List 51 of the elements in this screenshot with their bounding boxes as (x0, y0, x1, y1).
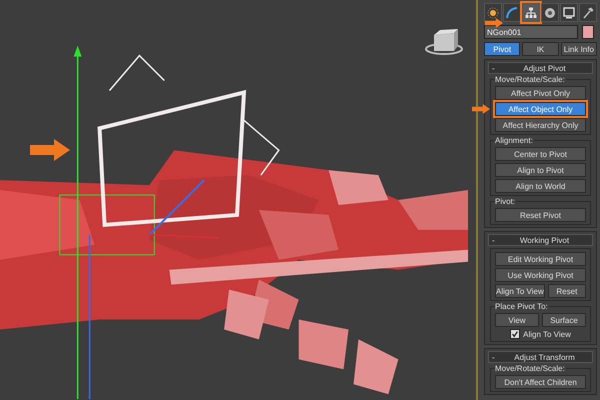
command-tab[interactable] (560, 3, 578, 22)
group-label: Move/Rotate/Scale: (494, 75, 566, 84)
command-tab[interactable] (503, 3, 521, 22)
panel-button[interactable]: Don't Affect Children (495, 375, 586, 389)
panel-button[interactable]: Align to Pivot (495, 163, 586, 177)
sun-icon (487, 6, 499, 18)
group-label: Pivot: (494, 197, 516, 206)
group-label: Move/Rotate/Scale: (494, 364, 566, 373)
hierarchy-icon (525, 6, 537, 18)
panel-button[interactable]: Align To View (495, 284, 545, 298)
command-tab[interactable] (541, 3, 559, 22)
panel-button[interactable]: Surface (542, 313, 586, 327)
panel-button[interactable]: Reset Pivot (495, 208, 586, 222)
panel-tab[interactable]: Pivot (484, 42, 520, 56)
panel-button[interactable]: Center to Pivot (495, 147, 586, 161)
command-tab[interactable] (484, 3, 502, 22)
view-cube-icon[interactable] (424, 27, 464, 57)
panel-button[interactable]: Affect Pivot Only (495, 86, 586, 100)
rollout-title: Adjust Pivot (522, 64, 567, 72)
object-color-swatch[interactable] (582, 25, 594, 39)
collapse-toggle[interactable]: - (492, 352, 500, 362)
panel-tab[interactable]: IK (522, 42, 559, 56)
checkbox[interactable]: Align To View (510, 329, 571, 339)
command-tab[interactable] (522, 3, 540, 22)
rollout-title: Working Pivot (518, 236, 570, 244)
panel-button[interactable]: Edit Working Pivot (495, 252, 586, 266)
collapse-toggle[interactable]: - (492, 64, 500, 72)
command-tab[interactable] (579, 3, 597, 22)
group-label: Place Pivot To: (494, 302, 549, 311)
panel-button[interactable]: Use Working Pivot (495, 268, 586, 282)
object-name-field[interactable]: NGon001 (484, 25, 578, 39)
panel-button[interactable]: Affect Object Only (495, 102, 586, 116)
rollout-header[interactable]: - Adjust Transform (488, 351, 593, 363)
group-label: Alignment: (494, 136, 534, 145)
panel-button[interactable]: Affect Hierarchy Only (495, 118, 586, 132)
panel-button[interactable]: Align to World (495, 179, 586, 193)
panel-tab[interactable]: Link Info (560, 42, 597, 56)
arrow-icon (484, 18, 504, 28)
rollout-title: Adjust Transform (513, 352, 576, 362)
rollout-header[interactable]: - Working Pivot (488, 234, 593, 246)
arrow-icon (472, 104, 490, 114)
monitor-icon (563, 6, 575, 18)
rollout-header[interactable]: - Adjust Pivot (488, 62, 593, 74)
curve-icon (506, 6, 518, 18)
disc-icon (544, 6, 556, 18)
collapse-toggle[interactable]: - (492, 236, 500, 244)
arrow-icon (30, 139, 70, 161)
hammer-icon (582, 6, 594, 18)
checkmark-icon (511, 330, 520, 338)
panel-button[interactable]: Reset (548, 284, 586, 298)
panel-button[interactable]: View (495, 313, 539, 327)
